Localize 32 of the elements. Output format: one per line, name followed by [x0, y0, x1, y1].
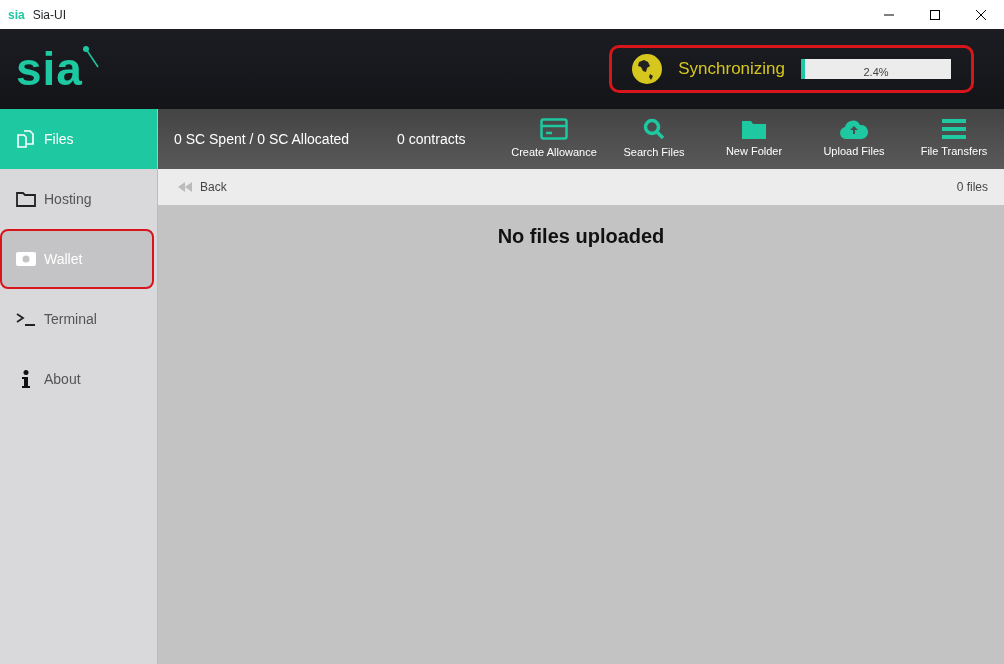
- sync-status: Synchronizing: [678, 58, 785, 81]
- file-count: 0 files: [956, 179, 988, 196]
- toolbar-button[interactable]: Create Allowance: [504, 117, 604, 161]
- folder-icon: [742, 118, 766, 139]
- allowance-summary: 0 SC Spent / 0 SC Allocated: [174, 129, 350, 149]
- back-link[interactable]: Back: [178, 178, 227, 196]
- sidebar-item[interactable]: About: [0, 349, 157, 409]
- search-icon: [643, 117, 665, 140]
- app-logo: sia: [8, 6, 25, 24]
- toolbar-button[interactable]: File Transfers: [904, 118, 1004, 160]
- globe-icon: [632, 54, 663, 84]
- sync-percent: 2.4%: [863, 66, 889, 78]
- terminal-icon: [16, 312, 36, 326]
- close-icon: [976, 10, 986, 21]
- cloud-upload-icon: [840, 118, 868, 139]
- empty-message: No files uploaded: [497, 224, 665, 249]
- window-title: Sia-UI: [32, 6, 68, 24]
- folder-icon: [16, 191, 36, 207]
- list-icon: [942, 118, 966, 139]
- sidebar-item[interactable]: Terminal: [0, 289, 157, 349]
- sidebar-item[interactable]: Hosting: [0, 169, 157, 229]
- files-icon: [16, 129, 36, 149]
- toolbar-button[interactable]: New Folder: [704, 118, 804, 160]
- sia-logo: sia: [16, 46, 83, 92]
- toolbar-button[interactable]: Upload Files: [804, 118, 904, 160]
- maximize-icon: [930, 10, 940, 21]
- contracts-count: 0 contracts: [397, 129, 467, 149]
- credit-card-icon: [540, 117, 568, 140]
- banknote-icon: [16, 252, 36, 266]
- antenna-icon: [82, 46, 99, 68]
- toolbar-button[interactable]: Search Files: [604, 117, 704, 161]
- back-icon: [178, 182, 192, 192]
